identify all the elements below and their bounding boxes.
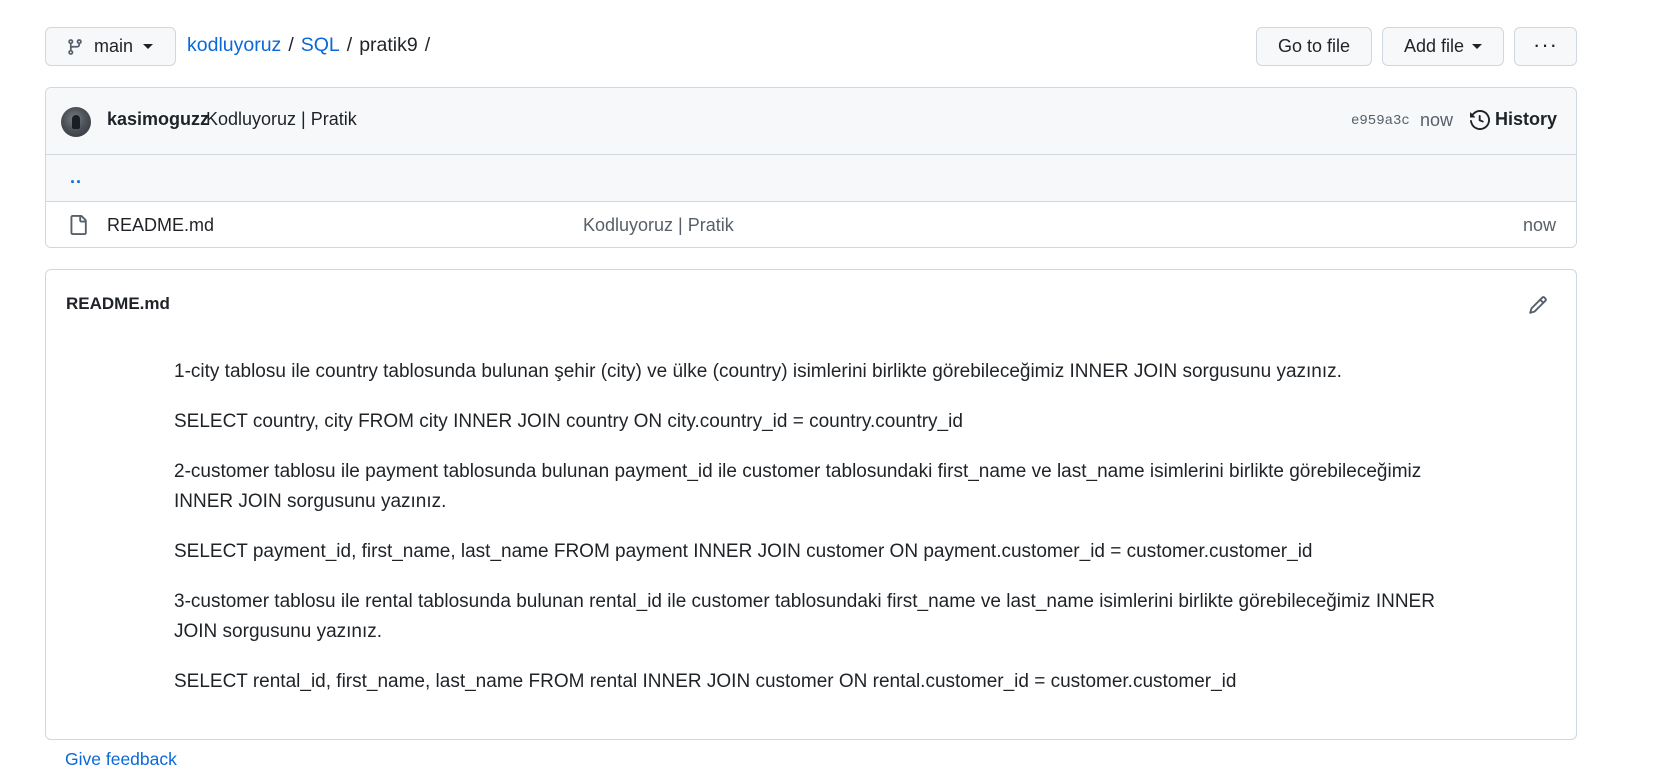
readme-content: 1-city tablosu ile country tablosunda bu… — [174, 357, 1464, 717]
file-listing: kasimoguzz Kodluyoruz | Pratik e959a3c n… — [45, 87, 1577, 248]
readme-paragraph: SELECT country, city FROM city INNER JOI… — [174, 411, 963, 432]
file-commit-message-link[interactable]: Kodluyoruz | Pratik — [583, 215, 734, 236]
chevron-down-icon — [1472, 44, 1483, 49]
breadcrumb: kodluyoruz / SQL / pratik9 / — [187, 34, 437, 57]
table-row[interactable]: README.md Kodluyoruz | Pratik now — [46, 202, 1576, 247]
add-file-button[interactable]: Add file — [1382, 27, 1504, 66]
parent-directory-row[interactable]: .. — [46, 155, 1576, 202]
file-icon — [70, 215, 87, 235]
breadcrumb-repo-link[interactable]: kodluyoruz — [187, 34, 281, 57]
give-feedback-link[interactable]: Give feedback — [65, 749, 177, 770]
history-label: History — [1495, 109, 1558, 129]
more-options-button[interactable]: ··· — [1514, 27, 1577, 66]
branch-name: main — [94, 36, 134, 56]
readme-paragraph: 2-customer tablosu ile payment tablosund… — [174, 461, 1422, 512]
breadcrumb-current: pratik9 — [359, 34, 418, 56]
breadcrumb-separator: / — [424, 34, 431, 56]
git-branch-icon — [68, 38, 82, 55]
file-name-link[interactable]: README.md — [107, 215, 214, 236]
add-file-label: Add file — [1403, 36, 1465, 56]
branch-selector-button[interactable]: main — [45, 27, 176, 66]
latest-commit-bar: kasimoguzz Kodluyoruz | Pratik e959a3c n… — [46, 88, 1576, 155]
readme-title: README.md — [66, 294, 170, 313]
pencil-icon[interactable] — [1528, 295, 1548, 315]
repo-toolbar: main kodluyoruz / SQL / pratik9 / Go to … — [45, 27, 1577, 67]
go-to-file-button[interactable]: Go to file — [1256, 27, 1372, 66]
go-to-file-label: Go to file — [1277, 36, 1351, 56]
parent-directory-link[interactable]: .. — [70, 167, 82, 188]
breadcrumb-separator: / — [288, 34, 294, 56]
readme-paragraph: SELECT rental_id, first_name, last_name … — [174, 671, 1237, 692]
breadcrumb-folder-link[interactable]: SQL — [301, 34, 340, 57]
file-commit-time: now — [1522, 215, 1556, 235]
chevron-down-icon — [143, 44, 154, 49]
readme-header: README.md — [46, 270, 1576, 338]
commit-message-link[interactable]: Kodluyoruz | Pratik — [206, 109, 357, 130]
readme-paragraph: SELECT payment_id, first_name, last_name… — [174, 541, 1313, 562]
commit-sha-link[interactable]: e959a3c — [1351, 113, 1410, 129]
breadcrumb-separator: / — [346, 34, 353, 56]
readme-panel: README.md 1-city tablosu ile country tab… — [45, 269, 1577, 740]
commit-author-link[interactable]: kasimoguzz — [107, 109, 209, 130]
commit-time: now — [1420, 110, 1454, 130]
history-link[interactable]: History — [1470, 109, 1557, 130]
avatar[interactable] — [61, 107, 91, 137]
readme-paragraph: 1-city tablosu ile country tablosunda bu… — [174, 361, 1342, 382]
history-icon — [1470, 109, 1490, 130]
readme-paragraph: 3-customer tablosu ile rental tablosunda… — [174, 591, 1435, 642]
kebab-icon: ··· — [1533, 31, 1558, 57]
